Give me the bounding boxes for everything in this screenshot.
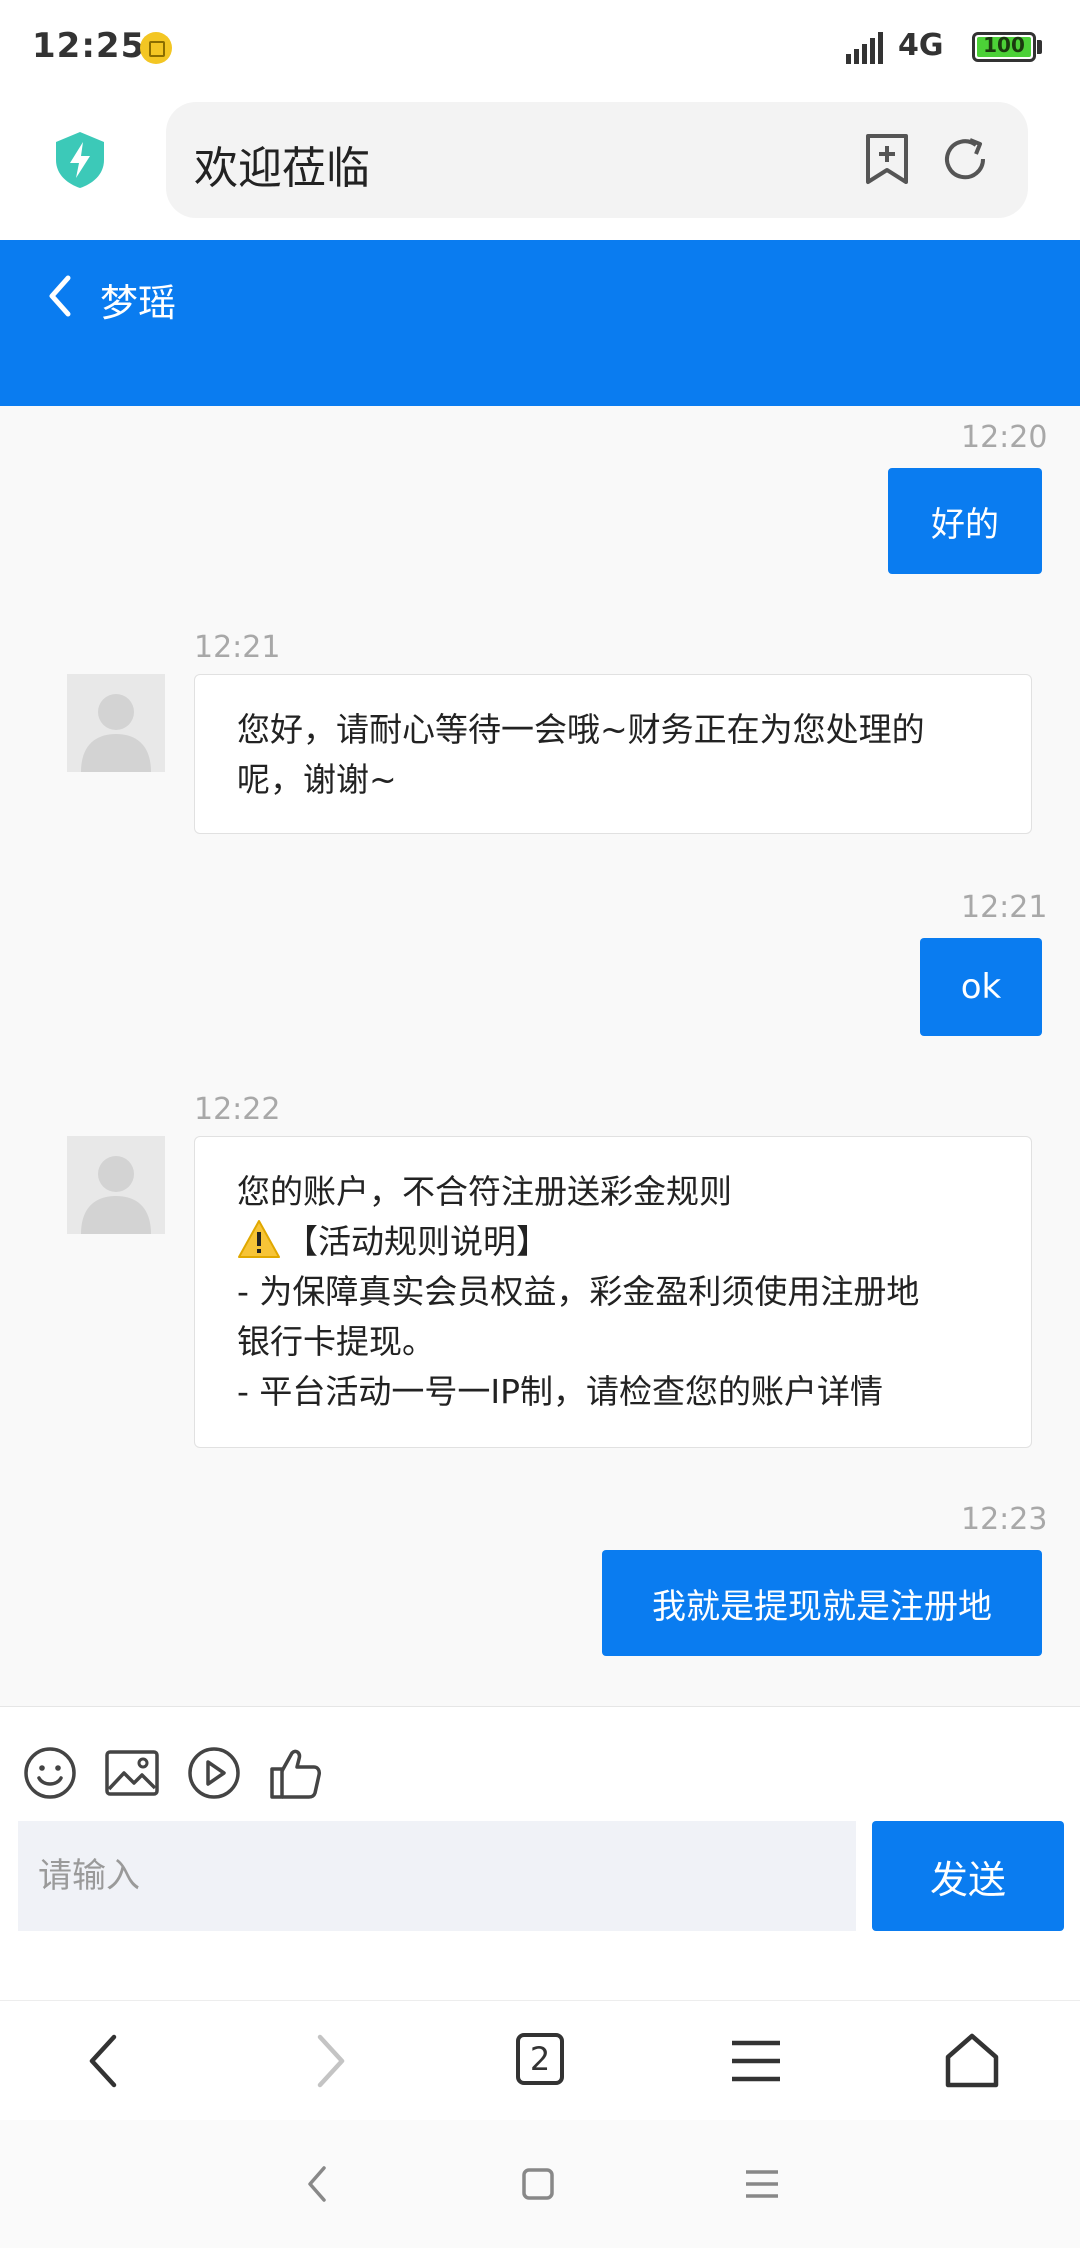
outgoing-message[interactable]: ok xyxy=(920,938,1042,1036)
message-timestamp: 12:23 xyxy=(961,1502,1048,1537)
message-text-line: 您好，请耐心等待一会哦~财务正在为您处理的 xyxy=(237,710,925,749)
signal-icon xyxy=(846,32,883,64)
system-back-icon[interactable] xyxy=(298,2164,338,2204)
message-list[interactable]: 12:20 好的 12:21 您好，请耐心等待一会哦~财务正在为您处理的 呢，谢… xyxy=(0,406,1080,1706)
message-text-line: - 为保障真实会员权益，彩金盈利须使用注册地 xyxy=(237,1272,920,1311)
message-text-line: 您的账户，不合符注册送彩金规则 xyxy=(237,1172,732,1211)
browser-back-icon[interactable] xyxy=(76,2031,136,2091)
message-text: 我就是提现就是注册地 xyxy=(652,1586,992,1627)
message-text-line: 银行卡提现。 xyxy=(237,1322,435,1361)
tab-count-button[interactable]: 2 xyxy=(516,2033,564,2085)
image-icon[interactable] xyxy=(104,1745,160,1801)
chat-contact-name: 梦瑶 xyxy=(100,281,177,325)
message-input[interactable] xyxy=(18,1821,856,1931)
rules-heading: 【活动规则说明】 xyxy=(285,1222,549,1261)
back-arrow-icon[interactable] xyxy=(46,274,74,318)
system-home-icon[interactable] xyxy=(518,2164,558,2204)
thumbs-up-icon[interactable] xyxy=(268,1745,324,1801)
message-timestamp: 12:22 xyxy=(194,1092,281,1127)
warning-icon xyxy=(238,1220,280,1258)
video-icon[interactable] xyxy=(186,1745,242,1801)
outgoing-message[interactable]: 我就是提现就是注册地 xyxy=(602,1550,1042,1656)
status-time: 12:25 xyxy=(32,26,146,66)
notification-icon xyxy=(140,32,172,64)
shield-icon[interactable] xyxy=(52,130,108,190)
message-text: 好的 xyxy=(931,504,999,545)
chat-header: 梦瑶 xyxy=(0,240,1080,406)
message-timestamp: 12:20 xyxy=(961,420,1048,455)
battery-icon: 100 xyxy=(972,32,1036,62)
message-composer: 发送 xyxy=(0,1706,1080,2000)
page-title: 欢迎莅临 xyxy=(194,143,370,194)
browser-bottom-nav: 2 xyxy=(0,2000,1080,2120)
incoming-message[interactable]: 您的账户，不合符注册送彩金规则 【活动规则说明】 - 为保障真实会员权益，彩金盈… xyxy=(194,1136,1032,1448)
system-nav-bar xyxy=(0,2120,1080,2248)
message-timestamp: 12:21 xyxy=(194,630,281,665)
outgoing-message[interactable]: 好的 xyxy=(888,468,1042,574)
bookmark-add-icon[interactable] xyxy=(862,132,912,186)
message-text-line: - 平台活动一号一IP制，请检查您的账户详情 xyxy=(237,1372,884,1411)
battery-level: 100 xyxy=(983,33,1025,57)
tab-count: 2 xyxy=(529,2040,551,2078)
avatar[interactable] xyxy=(67,674,165,772)
avatar[interactable] xyxy=(67,1136,165,1234)
message-text-line: 呢，谢谢~ xyxy=(237,760,397,799)
menu-icon[interactable] xyxy=(726,2031,786,2091)
emoji-icon[interactable] xyxy=(22,1745,78,1801)
send-button[interactable]: 发送 xyxy=(872,1821,1064,1931)
incoming-message[interactable]: 您好，请耐心等待一会哦~财务正在为您处理的 呢，谢谢~ xyxy=(194,674,1032,834)
message-text: ok xyxy=(960,967,1002,1007)
message-text-line: 【活动规则说明】 xyxy=(237,1217,989,1267)
reload-icon[interactable] xyxy=(940,134,990,184)
browser-forward-icon[interactable] xyxy=(298,2031,358,2091)
home-icon[interactable] xyxy=(942,2031,1002,2091)
system-recents-icon[interactable] xyxy=(742,2164,782,2204)
network-type: 4G xyxy=(898,28,944,63)
status-bar: 12:25 4G 100 xyxy=(0,0,1080,96)
message-timestamp: 12:21 xyxy=(961,890,1048,925)
send-button-label: 发送 xyxy=(929,1857,1006,1902)
address-bar[interactable]: 欢迎莅临 xyxy=(166,102,1028,218)
